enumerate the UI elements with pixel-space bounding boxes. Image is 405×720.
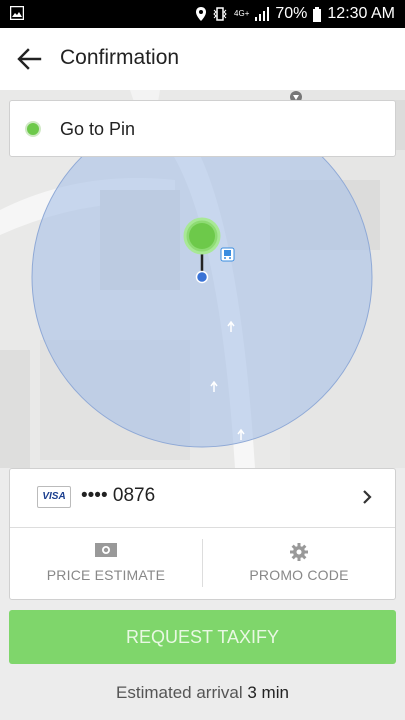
- price-estimate-label: PRICE ESTIMATE: [46, 567, 166, 583]
- battery-percent: 70%: [275, 5, 308, 22]
- card-number: •••• 0876: [81, 485, 156, 506]
- page-title: Confirmation: [60, 46, 180, 69]
- gear-icon: [290, 543, 308, 561]
- cash-icon: [95, 543, 117, 557]
- app-bar: Confirmation: [0, 28, 405, 91]
- gallery-notification-icon: [10, 6, 24, 20]
- payment-card: VISA •••• 0876 PRICE ESTIMATE PROMO CODE: [9, 468, 396, 600]
- request-taxify-button[interactable]: REQUEST TAXIFY: [9, 610, 396, 664]
- price-estimate-button[interactable]: PRICE ESTIMATE: [10, 527, 202, 599]
- bus-stop-icon: [220, 247, 235, 262]
- payment-method-row[interactable]: VISA •••• 0876: [10, 469, 395, 528]
- promo-code-label: PROMO CODE: [249, 567, 349, 583]
- promo-code-button[interactable]: PROMO CODE: [203, 527, 395, 599]
- battery-icon: [313, 6, 322, 22]
- status-bar: 4G+ 70% 12:30 AM: [0, 0, 405, 28]
- visa-card-icon: VISA: [37, 486, 71, 508]
- clock: 12:30 AM: [327, 5, 395, 22]
- network-type: 4G+: [234, 9, 250, 18]
- destination-field[interactable]: Go to Pin: [9, 100, 396, 157]
- eta-value: 3 min: [247, 683, 289, 702]
- signal-icon: [255, 7, 270, 21]
- eta-prefix: Estimated arrival: [116, 683, 243, 702]
- location-icon: [196, 7, 207, 21]
- destination-label: Go to Pin: [60, 119, 136, 139]
- pickup-dot-icon: [25, 121, 41, 137]
- estimated-arrival: Estimated arrival 3 min: [0, 683, 405, 703]
- chevron-right-icon: [363, 490, 372, 504]
- vibrate-icon: [213, 7, 227, 21]
- arrow-left-icon[interactable]: [16, 46, 42, 72]
